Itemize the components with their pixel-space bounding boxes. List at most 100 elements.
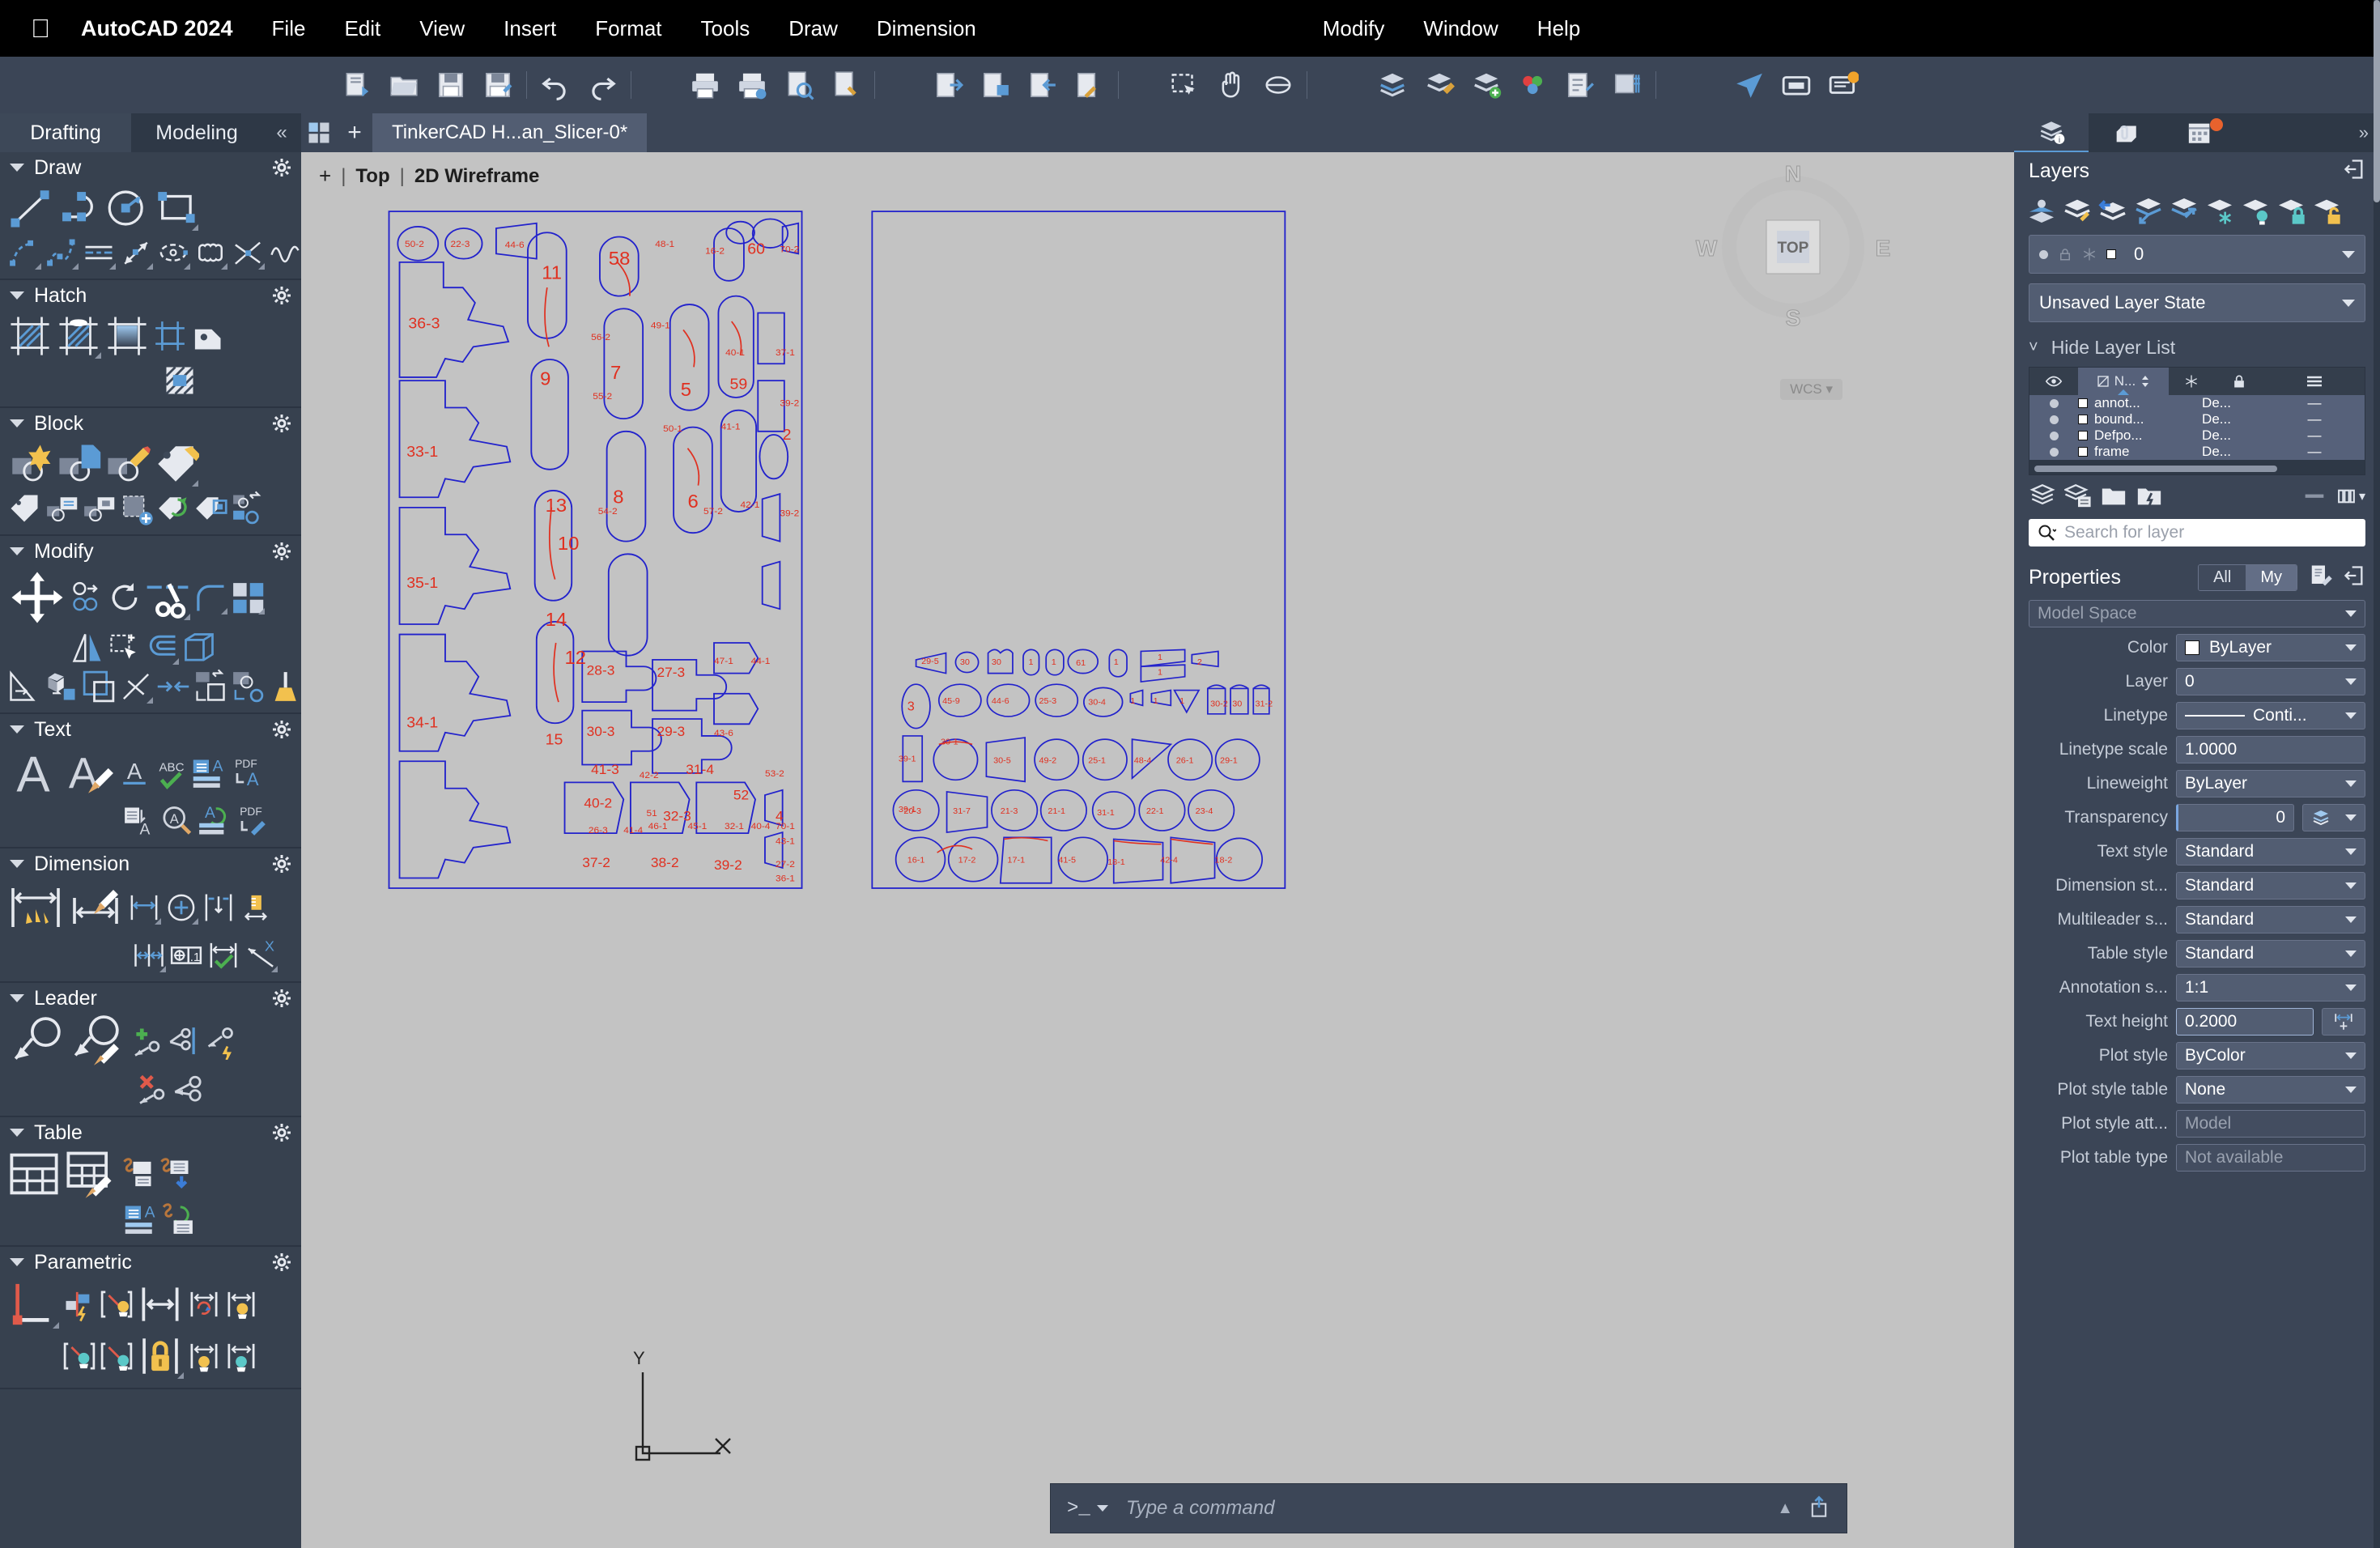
caret-down-icon[interactable] [10, 164, 24, 172]
menu-item-view[interactable]: View [419, 16, 465, 41]
join-icon[interactable] [155, 669, 191, 704]
caret-down-icon[interactable] [10, 1129, 24, 1137]
edit-attribute-icon[interactable] [6, 491, 42, 526]
merge-leader-icon[interactable] [168, 1072, 204, 1108]
columns-icon[interactable]: ▾ [2336, 482, 2365, 511]
tab-drafting[interactable]: Drafting [0, 113, 131, 152]
array-icon[interactable] [230, 580, 266, 615]
new-document-tab-button[interactable]: + [337, 113, 372, 152]
property-value-plot-style[interactable]: ByColor [2176, 1042, 2365, 1070]
menu-item-edit[interactable]: Edit [344, 16, 380, 41]
table-row[interactable]: bound... De... — [2029, 411, 2365, 427]
property-value-plot-style-table[interactable]: None [2176, 1076, 2365, 1104]
revcloud-icon[interactable] [193, 235, 228, 270]
undo-icon[interactable] [538, 68, 572, 102]
lock-icon[interactable] [2214, 368, 2264, 395]
sidebar-scrollbar-thumb[interactable] [2374, 0, 2380, 202]
panel-hatch-header[interactable]: Hatch [0, 280, 301, 311]
layer-group-icon[interactable] [2100, 482, 2129, 511]
layer-make-current-icon[interactable] [2132, 194, 2165, 227]
tab-layers[interactable]: i [2014, 113, 2089, 152]
gear-icon[interactable] [272, 158, 291, 177]
redo-icon[interactable] [585, 68, 619, 102]
stretch-icon[interactable] [107, 630, 142, 666]
insert-table-icon[interactable] [6, 1150, 62, 1198]
gear-icon[interactable] [272, 854, 291, 874]
tolerance-icon[interactable]: .1 [168, 938, 204, 973]
search-input[interactable]: Search for layer [2029, 519, 2365, 546]
linear-dimension-icon[interactable] [126, 890, 162, 925]
offset-icon[interactable] [144, 630, 180, 666]
multiline-text-icon[interactable]: A [6, 746, 60, 800]
dimension-style-match-icon[interactable] [66, 881, 125, 934]
property-value-text-height[interactable]: 0.2000 [2176, 1008, 2314, 1036]
gear-icon[interactable] [272, 1252, 291, 1272]
panel-block-header[interactable]: Block [0, 408, 301, 439]
color-swatch[interactable] [2185, 640, 2199, 655]
chevron-down-icon[interactable] [2345, 610, 2357, 617]
caret-down-icon[interactable] [10, 419, 24, 427]
copy-icon[interactable] [70, 580, 105, 615]
print-icon[interactable] [688, 68, 722, 102]
tab-attachments[interactable] [2089, 113, 2163, 152]
property-value-layer[interactable]: 0 [2176, 668, 2365, 695]
layer-color-icon[interactable] [1516, 68, 1550, 102]
layer-isolate-icon[interactable] [2168, 194, 2200, 227]
panel-parametric-header[interactable]: Parametric [0, 1247, 301, 1278]
properties-filter-segment[interactable]: All My [2198, 563, 2297, 591]
new-sheet-icon[interactable] [340, 68, 374, 102]
layer-properties-icon[interactable] [2025, 194, 2058, 227]
menu-item-help[interactable]: Help [1537, 16, 1580, 41]
aligned-constraint-icon[interactable] [223, 1286, 259, 1322]
leader-collect-icon[interactable] [201, 1024, 236, 1060]
table-row[interactable]: Defpo... De... — [2029, 427, 2365, 444]
chevron-double-right-icon[interactable]: » [2238, 113, 2380, 152]
command-line[interactable]: >_ Type a command ▲ [1050, 1483, 1847, 1533]
arc-3point-icon[interactable] [6, 235, 42, 270]
table-link-icon[interactable] [120, 1156, 155, 1192]
dimension-icon[interactable] [6, 881, 65, 934]
perpendicular-constraint-icon[interactable] [99, 1338, 134, 1374]
save-icon[interactable] [434, 68, 468, 102]
hatch-island-icon[interactable] [162, 363, 198, 398]
transparency-slider[interactable]: 0 [2176, 804, 2294, 831]
chevron-up-icon[interactable]: ▲ [1777, 1499, 1793, 1518]
chevron-down-icon[interactable] [2345, 950, 2357, 957]
document-tab-active[interactable]: TinkerCAD H...an_Slicer-0* [372, 113, 648, 152]
text-to-table-icon[interactable]: A [191, 755, 227, 791]
align-leader-icon[interactable] [164, 1024, 199, 1060]
layer-off-icon[interactable] [2239, 194, 2272, 227]
chevron-down-icon[interactable] [2342, 299, 2355, 307]
chevron-down-icon[interactable] [2345, 1087, 2357, 1093]
chevron-down-icon[interactable] [2345, 678, 2357, 685]
undock-panel-icon[interactable] [2343, 564, 2365, 591]
text-align-icon[interactable]: A [121, 803, 157, 839]
update-text-icon[interactable]: A [196, 803, 232, 839]
menu-item-window[interactable]: Window [1423, 16, 1498, 41]
layer-state-selector[interactable]: Unsaved Layer State [2029, 283, 2365, 322]
preview-icon[interactable] [782, 68, 816, 102]
edit-properties-icon[interactable] [2309, 563, 2333, 592]
chevron-down-icon[interactable] [2345, 848, 2357, 855]
ucs-selector[interactable]: WCS ▾ [1780, 379, 1842, 400]
table-row[interactable]: frame De... — [2029, 444, 2365, 460]
chevron-down-icon[interactable] [2345, 814, 2357, 821]
block-attribute-manager-icon[interactable] [44, 491, 79, 526]
layer-tools-icon[interactable] [1422, 68, 1456, 102]
caret-down-icon[interactable] [10, 860, 24, 868]
sidebar-scrollbar[interactable] [2374, 0, 2380, 1548]
new-layer-icon[interactable] [2029, 482, 2058, 511]
chevron-down-icon[interactable] [2345, 985, 2357, 991]
erase-broom-icon[interactable] [267, 669, 301, 704]
polyline-icon[interactable] [44, 235, 79, 270]
save-as-icon[interactable] [481, 68, 515, 102]
layer-color-swatch[interactable] [2078, 447, 2088, 457]
chevron-down-icon[interactable] [2345, 644, 2357, 651]
block-replace-icon[interactable] [230, 491, 266, 526]
table-update-icon[interactable] [160, 1201, 196, 1237]
rectangular-array-icon[interactable] [81, 669, 117, 704]
multileader-icon[interactable] [6, 1015, 65, 1069]
remove-leader-icon[interactable] [131, 1072, 167, 1108]
export-dwf-icon[interactable] [932, 68, 966, 102]
apple-logo-icon[interactable]:  [31, 15, 50, 41]
